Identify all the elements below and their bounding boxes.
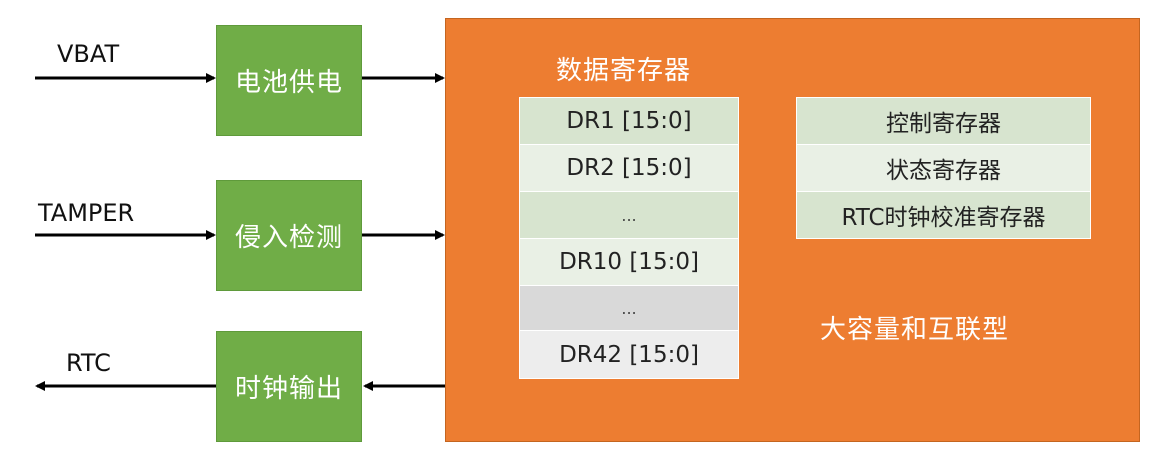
data-register-cell: DR2 [15:0] <box>520 145 738 192</box>
data-registers-title: 数据寄存器 <box>556 56 692 86</box>
vbat-label: VBAT <box>57 40 120 68</box>
data-register-cell: DR42 [15:0] <box>520 331 738 378</box>
clock-output-block: 时钟输出 <box>216 331 362 442</box>
status-register-cell: 状态寄存器 <box>797 145 1090 192</box>
calibration-register-cell: RTC时钟校准寄存器 <box>797 192 1090 238</box>
battery-block: 电池供电 <box>216 25 362 136</box>
control-registers-table: 控制寄存器 状态寄存器 RTC时钟校准寄存器 <box>796 97 1091 239</box>
bracket-label: 大容量和互联型 <box>820 315 1010 345</box>
data-register-ellipsis: ... <box>520 286 738 331</box>
tamper-detect-block: 侵入检测 <box>216 180 362 291</box>
data-register-ellipsis: ... <box>520 192 738 239</box>
data-register-cell: DR10 [15:0] <box>520 239 738 286</box>
data-register-cell: DR1 [15:0] <box>520 98 738 145</box>
control-register-cell: 控制寄存器 <box>797 98 1090 145</box>
tamper-label: TAMPER <box>38 199 135 227</box>
data-registers-table: DR1 [15:0] DR2 [15:0] ... DR10 [15:0] ..… <box>519 97 739 379</box>
rtc-label: RTC <box>66 349 111 377</box>
